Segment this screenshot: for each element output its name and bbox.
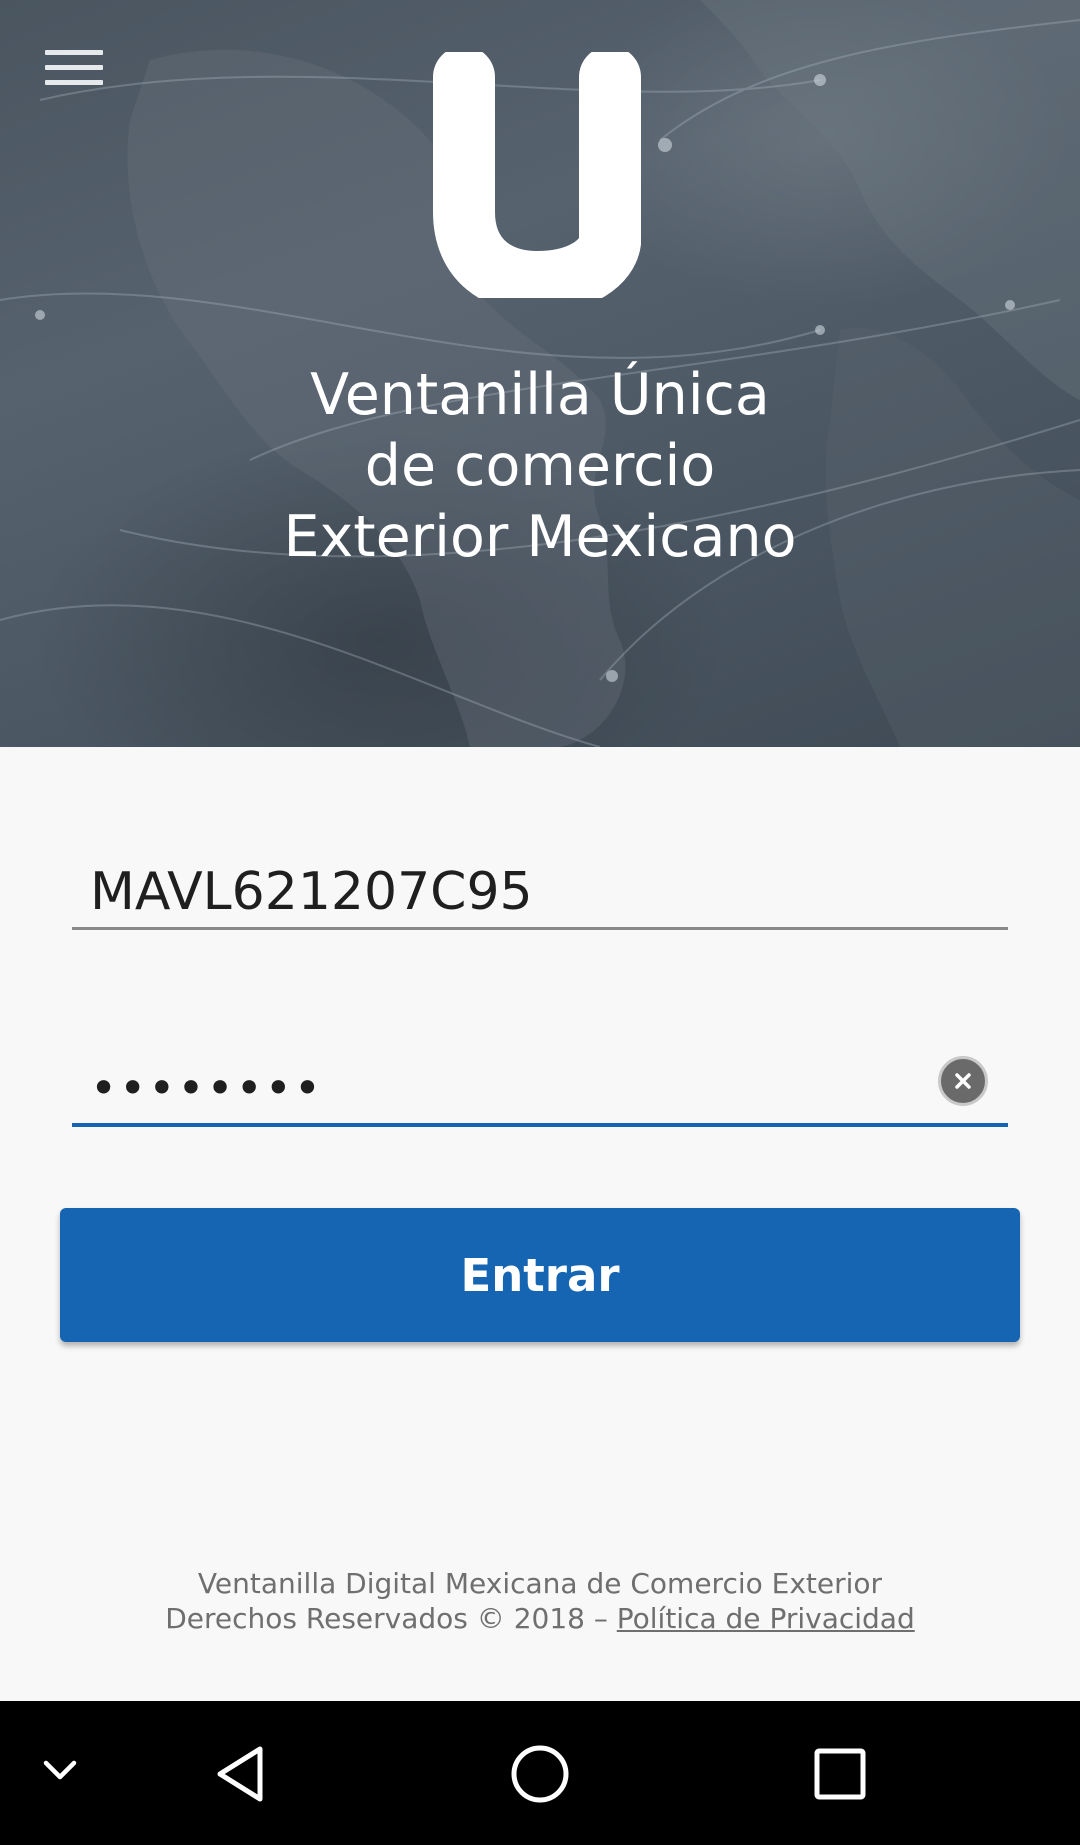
home-icon[interactable] bbox=[510, 1744, 570, 1804]
app-logo bbox=[433, 52, 641, 298]
app-title: Ventanilla Única de comercio Exterior Me… bbox=[0, 360, 1080, 573]
login-button[interactable]: Entrar bbox=[60, 1208, 1020, 1342]
password-field bbox=[72, 1050, 1008, 1127]
app-title-line: Exterior Mexicano bbox=[283, 504, 797, 570]
menu-button[interactable] bbox=[45, 50, 103, 92]
chevron-down-icon[interactable] bbox=[40, 1755, 80, 1787]
back-icon[interactable] bbox=[214, 1745, 266, 1803]
username-input[interactable] bbox=[90, 858, 950, 926]
header-banner: Ventanilla Única de comercio Exterior Me… bbox=[0, 0, 1080, 747]
app-title-line: Ventanilla Única bbox=[310, 362, 770, 428]
hamburger-menu-icon bbox=[45, 50, 103, 55]
privacy-policy-link[interactable]: Política de Privacidad bbox=[617, 1602, 915, 1635]
recents-icon[interactable] bbox=[814, 1748, 866, 1800]
footer: Ventanilla Digital Mexicana de Comercio … bbox=[0, 1566, 1080, 1636]
password-input[interactable] bbox=[90, 1054, 950, 1122]
system-navigation-bar bbox=[0, 1701, 1080, 1845]
copyright-text: Derechos Reservados © 2018 – bbox=[165, 1602, 617, 1635]
footer-line: Ventanilla Digital Mexicana de Comercio … bbox=[197, 1567, 883, 1600]
clear-password-button[interactable] bbox=[938, 1056, 988, 1106]
footer-line: Derechos Reservados © 2018 – Política de… bbox=[0, 1601, 1080, 1636]
username-field bbox=[72, 858, 1008, 930]
app-title-line: de comercio bbox=[364, 433, 716, 499]
clear-icon bbox=[955, 1073, 971, 1089]
